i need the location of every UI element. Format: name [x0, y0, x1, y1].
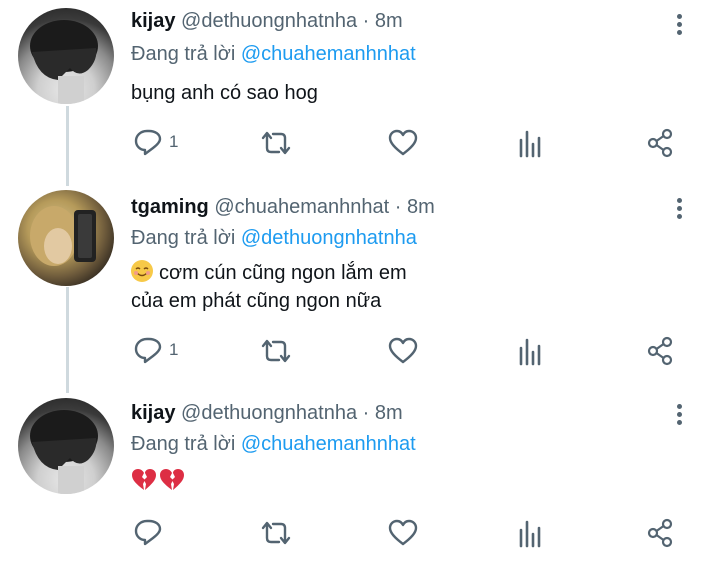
- tweet-text: cơm cún cũng ngon lắm em của em phát cũn…: [131, 259, 407, 315]
- timestamp[interactable]: 8m: [375, 10, 403, 32]
- tweet-header: kijay @dethuongnhatnha · 8m: [131, 402, 403, 425]
- more-options-icon[interactable]: [669, 196, 689, 224]
- tweet[interactable]: tgaming @chuahemanhnhat · 8m Đang trả lờ…: [0, 190, 720, 390]
- reply-icon: [134, 519, 162, 546]
- timestamp[interactable]: 8m: [407, 196, 435, 218]
- more-options-icon[interactable]: [669, 12, 689, 40]
- share-button[interactable]: [646, 336, 674, 366]
- reply-icon: [134, 337, 162, 364]
- share-icon: [647, 128, 673, 158]
- user-handle[interactable]: @chuahemanhnhat: [214, 196, 389, 218]
- retweet-icon: [261, 521, 291, 545]
- reply-mention-link[interactable]: @chuahemanhnhat: [241, 43, 416, 65]
- avatar[interactable]: [18, 190, 114, 286]
- retweet-icon: [261, 339, 291, 363]
- analytics-button[interactable]: [518, 520, 544, 548]
- analytics-icon: [519, 338, 541, 366]
- display-name[interactable]: kijay: [131, 10, 175, 32]
- tweet-actions: 1: [0, 122, 720, 162]
- reply-count: 1: [169, 132, 179, 151]
- tweet-text: [131, 468, 187, 496]
- share-button[interactable]: [646, 128, 674, 158]
- retweet-icon: [261, 131, 291, 155]
- more-options-icon[interactable]: [669, 402, 689, 430]
- analytics-button[interactable]: [518, 130, 544, 158]
- reply-context: Đang trả lời @dethuongnhatnha: [131, 227, 417, 250]
- tweet-text-line: cơm cún cũng ngon lắm em: [159, 262, 407, 284]
- reply-mention-link[interactable]: @dethuongnhatnha: [241, 227, 417, 249]
- broken-heart-emoji: [132, 469, 156, 490]
- smiling-face-emoji: [131, 260, 153, 282]
- reply-context: Đang trả lời @chuahemanhnhat: [131, 433, 416, 456]
- reply-icon: [134, 129, 162, 156]
- tweet-text-line: bụng anh có sao hog: [131, 82, 318, 104]
- tweet-actions: 1: [0, 330, 720, 370]
- share-icon: [647, 336, 673, 366]
- analytics-button[interactable]: [518, 338, 544, 366]
- reply-prefix: Đang trả lời: [131, 227, 236, 249]
- reply-count: 1: [169, 340, 179, 359]
- like-button[interactable]: [388, 129, 418, 157]
- display-name[interactable]: tgaming: [131, 196, 209, 218]
- tweet-text: bụng anh có sao hog: [131, 79, 318, 107]
- retweet-button[interactable]: [259, 520, 293, 546]
- like-button[interactable]: [388, 519, 418, 547]
- avatar[interactable]: [18, 8, 114, 104]
- tweet[interactable]: kijay @dethuongnhatnha · 8m Đang trả lời…: [0, 2, 720, 182]
- reply-mention-link[interactable]: @chuahemanhnhat: [241, 433, 416, 455]
- retweet-button[interactable]: [259, 130, 293, 156]
- reply-button[interactable]: 1: [133, 128, 178, 156]
- timestamp[interactable]: 8m: [375, 402, 403, 424]
- reply-button[interactable]: [133, 518, 163, 546]
- separator-dot: ·: [362, 402, 370, 424]
- heart-icon: [388, 129, 418, 156]
- share-icon: [647, 518, 673, 548]
- retweet-button[interactable]: [259, 338, 293, 364]
- tweet-text-line: của em phát cũng ngon nữa: [131, 290, 382, 312]
- separator-dot: ·: [394, 196, 402, 218]
- analytics-icon: [519, 130, 541, 158]
- tweet-header: tgaming @chuahemanhnhat · 8m: [131, 196, 435, 219]
- avatar[interactable]: [18, 398, 114, 494]
- reply-prefix: Đang trả lời: [131, 433, 236, 455]
- reply-button[interactable]: 1: [133, 336, 178, 364]
- display-name[interactable]: kijay: [131, 402, 175, 424]
- separator-dot: ·: [362, 10, 370, 32]
- analytics-icon: [519, 520, 541, 548]
- tweet-actions: [0, 512, 720, 552]
- broken-heart-emoji: [160, 469, 184, 490]
- user-handle[interactable]: @dethuongnhatnha: [181, 10, 357, 32]
- like-button[interactable]: [388, 337, 418, 365]
- tweet-header: kijay @dethuongnhatnha · 8m: [131, 10, 403, 33]
- heart-icon: [388, 519, 418, 546]
- share-button[interactable]: [646, 518, 674, 548]
- reply-prefix: Đang trả lời: [131, 43, 236, 65]
- user-handle[interactable]: @dethuongnhatnha: [181, 402, 357, 424]
- heart-icon: [388, 337, 418, 364]
- tweet[interactable]: kijay @dethuongnhatnha · 8m Đang trả lời…: [0, 396, 720, 562]
- reply-context: Đang trả lời @chuahemanhnhat: [131, 43, 416, 66]
